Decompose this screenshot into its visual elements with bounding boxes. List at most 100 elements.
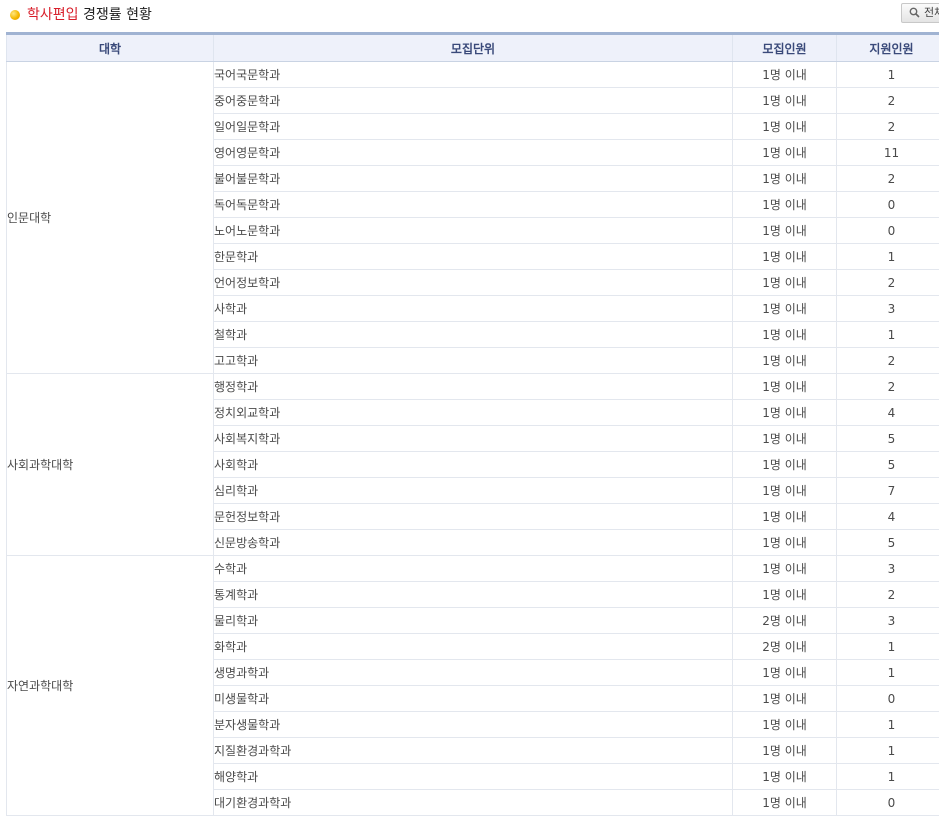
applicants-cell: 2: [836, 113, 939, 140]
quota-cell: 1명 이내: [732, 295, 837, 322]
unit-cell: 통계학과: [213, 581, 733, 608]
page-title: 학사편입 경쟁률 현황: [27, 6, 152, 24]
unit-cell: 일어일문학과: [213, 113, 733, 140]
quota-cell: 1명 이내: [732, 87, 837, 114]
applicants-cell: 1: [836, 711, 939, 738]
search-all-label: 전체: [924, 6, 939, 19]
college-cell: 자연과학대학: [6, 555, 214, 816]
quota-cell: 2명 이내: [732, 607, 837, 634]
applicants-cell: 2: [836, 347, 939, 374]
unit-cell: 물리학과: [213, 607, 733, 634]
applicants-cell: 7: [836, 477, 939, 504]
unit-cell: 철학과: [213, 321, 733, 348]
applicants-cell: 2: [836, 87, 939, 114]
unit-cell: 사회복지학과: [213, 425, 733, 452]
quota-cell: 1명 이내: [732, 321, 837, 348]
applicants-cell: 2: [836, 581, 939, 608]
unit-cell: 해양학과: [213, 763, 733, 790]
quota-cell: 1명 이내: [732, 113, 837, 140]
applicants-cell: 1: [836, 321, 939, 348]
unit-cell: 생명과학과: [213, 659, 733, 686]
column-header-applicants: 지원인원: [836, 33, 939, 62]
applicants-cell: 4: [836, 399, 939, 426]
quota-cell: 1명 이내: [732, 711, 837, 738]
quota-cell: 1명 이내: [732, 269, 837, 296]
applicants-cell: 0: [836, 191, 939, 218]
quota-cell: 1명 이내: [732, 373, 837, 400]
applicants-cell: 5: [836, 425, 939, 452]
column-header-unit: 모집단위: [213, 33, 733, 62]
quota-cell: 1명 이내: [732, 191, 837, 218]
applicants-cell: 2: [836, 165, 939, 192]
quota-cell: 2명 이내: [732, 633, 837, 660]
page-title-rest: 경쟁률 현황: [78, 7, 152, 23]
quota-cell: 1명 이내: [732, 165, 837, 192]
unit-cell: 언어정보학과: [213, 269, 733, 296]
unit-cell: 사학과: [213, 295, 733, 322]
quota-cell: 1명 이내: [732, 581, 837, 608]
unit-cell: 불어불문학과: [213, 165, 733, 192]
applicants-cell: 2: [836, 373, 939, 400]
applicants-cell: 3: [836, 295, 939, 322]
quota-cell: 1명 이내: [732, 243, 837, 270]
unit-cell: 사회학과: [213, 451, 733, 478]
applicants-cell: 0: [836, 789, 939, 816]
applicants-cell: 2: [836, 269, 939, 296]
search-all-button[interactable]: 전체: [901, 3, 939, 23]
unit-cell: 고고학과: [213, 347, 733, 374]
search-icon: [909, 4, 923, 22]
unit-cell: 대기환경과학과: [213, 789, 733, 816]
page-title-highlight: 학사편입: [27, 7, 79, 23]
column-header-college: 대학: [6, 33, 214, 62]
quota-cell: 1명 이내: [732, 451, 837, 478]
unit-cell: 수학과: [213, 555, 733, 582]
unit-cell: 독어독문학과: [213, 191, 733, 218]
unit-cell: 정치외교학과: [213, 399, 733, 426]
applicants-cell: 1: [836, 61, 939, 88]
unit-cell: 한문학과: [213, 243, 733, 270]
table-row: 자연과학대학 수학과 1명 이내 3: [6, 555, 939, 816]
quota-cell: 1명 이내: [732, 737, 837, 764]
quota-cell: 1명 이내: [732, 347, 837, 374]
quota-cell: 1명 이내: [732, 139, 837, 166]
table-header-row: 대학 모집단위 모집인원 지원인원: [6, 33, 939, 62]
quota-cell: 1명 이내: [732, 425, 837, 452]
bullet-icon: [10, 10, 20, 20]
quota-cell: 1명 이내: [732, 217, 837, 244]
unit-cell: 분자생물학과: [213, 711, 733, 738]
quota-cell: 1명 이내: [732, 503, 837, 530]
unit-cell: 국어국문학과: [213, 61, 733, 88]
applicants-cell: 1: [836, 763, 939, 790]
quota-cell: 1명 이내: [732, 61, 837, 88]
applicants-cell: 4: [836, 503, 939, 530]
table-row: 사회과학대학 행정학과 1명 이내 2: [6, 373, 939, 556]
applicants-cell: 1: [836, 659, 939, 686]
unit-cell: 화학과: [213, 633, 733, 660]
quota-cell: 1명 이내: [732, 685, 837, 712]
applicants-cell: 11: [836, 139, 939, 166]
unit-cell: 행정학과: [213, 373, 733, 400]
applicants-cell: 3: [836, 555, 939, 582]
applicants-cell: 1: [836, 737, 939, 764]
unit-cell: 문헌정보학과: [213, 503, 733, 530]
unit-cell: 심리학과: [213, 477, 733, 504]
quota-cell: 1명 이내: [732, 659, 837, 686]
quota-cell: 1명 이내: [732, 529, 837, 556]
applicants-cell: 1: [836, 243, 939, 270]
quota-cell: 1명 이내: [732, 399, 837, 426]
applicants-cell: 0: [836, 217, 939, 244]
applicants-cell: 5: [836, 451, 939, 478]
unit-cell: 미생물학과: [213, 685, 733, 712]
applicants-cell: 0: [836, 685, 939, 712]
applicants-cell: 3: [836, 607, 939, 634]
applicants-cell: 5: [836, 529, 939, 556]
quota-cell: 1명 이내: [732, 555, 837, 582]
unit-cell: 지질환경과학과: [213, 737, 733, 764]
quota-cell: 1명 이내: [732, 477, 837, 504]
applicants-cell: 1: [836, 633, 939, 660]
unit-cell: 신문방송학과: [213, 529, 733, 556]
college-cell: 인문대학: [6, 61, 214, 374]
quota-cell: 1명 이내: [732, 763, 837, 790]
column-header-quota: 모집인원: [732, 33, 837, 62]
unit-cell: 중어중문학과: [213, 87, 733, 114]
